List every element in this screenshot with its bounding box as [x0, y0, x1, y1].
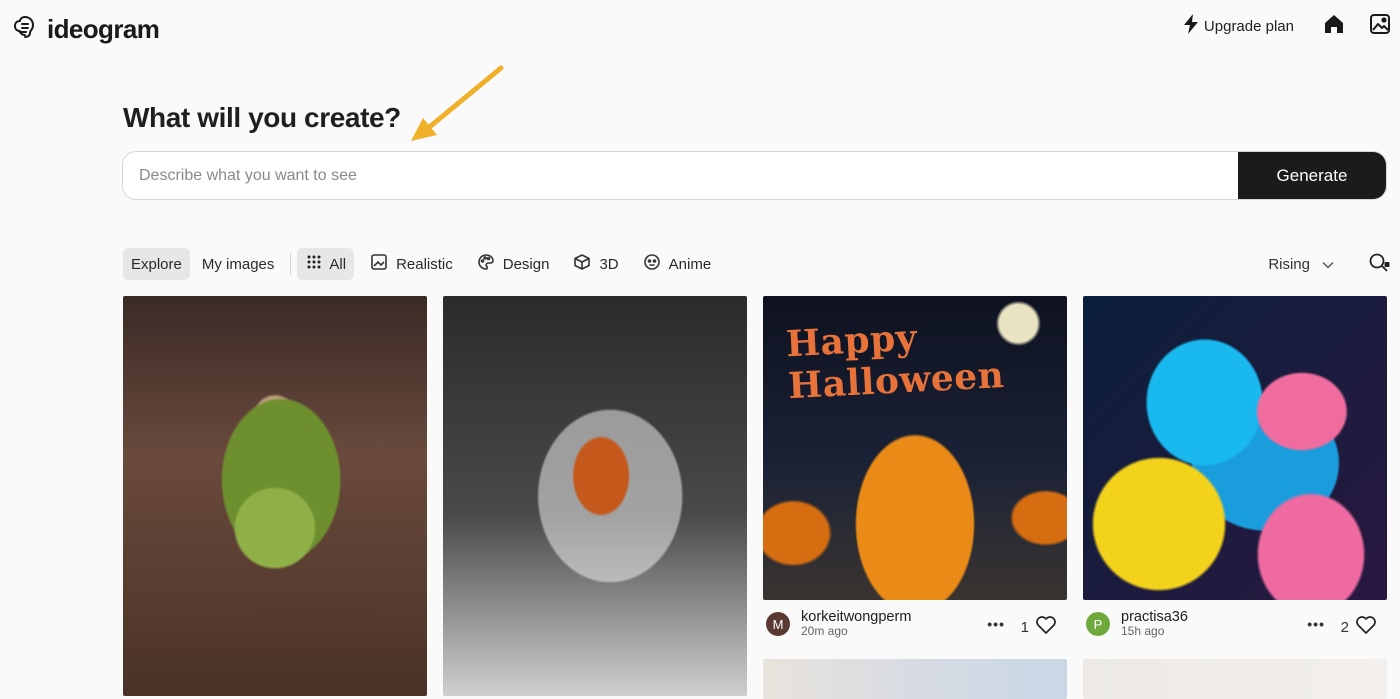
category-all-label: All — [329, 255, 347, 273]
gallery-image-partial[interactable] — [1083, 659, 1387, 699]
gallery-image-abstract-flower[interactable] — [1083, 296, 1387, 600]
divider — [290, 253, 292, 275]
tab-explore-label: Explore — [131, 255, 182, 273]
tab-my-images-label: My images — [201, 255, 275, 273]
category-design-label: Design — [502, 255, 550, 273]
my-images-nav-button[interactable] — [1368, 13, 1392, 40]
post-time: 20m ago — [801, 624, 848, 639]
like-count: 2 — [1340, 618, 1349, 636]
upgrade-plan-button[interactable]: Upgrade plan — [1183, 14, 1294, 38]
gallery-image-incense-creature[interactable] — [123, 296, 427, 696]
username[interactable]: practisa36 — [1121, 609, 1188, 625]
generate-button[interactable]: Generate — [1238, 152, 1386, 199]
photo-icon — [370, 253, 388, 275]
post-time: 15h ago — [1121, 624, 1165, 639]
home-button[interactable] — [1322, 14, 1346, 38]
category-anime-label: Anime — [668, 255, 712, 273]
page-title: What will you create? — [123, 102, 401, 133]
image-caption-halloween: Happy Halloween — [784, 316, 1006, 408]
heart-icon — [1355, 615, 1377, 639]
grid-icon — [307, 255, 321, 273]
sort-dropdown[interactable]: Rising — [1268, 248, 1334, 280]
category-3d-label: 3D — [599, 255, 619, 273]
prompt-bar: Generate — [122, 151, 1387, 200]
logo-text: ideogram — [47, 14, 160, 44]
category-3d[interactable]: 3D — [565, 248, 626, 280]
chevron-down-icon — [1322, 256, 1334, 273]
like-button[interactable]: 2 — [1341, 615, 1377, 639]
logo-icon — [11, 13, 39, 46]
home-icon — [1323, 13, 1345, 40]
filter-bar: Explore My images All Realistic Design 3… — [123, 248, 719, 280]
more-options-icon[interactable]: ••• — [1307, 616, 1325, 632]
annotation-arrow — [411, 65, 504, 141]
category-realistic[interactable]: Realistic — [362, 248, 461, 280]
sort-label: Rising — [1268, 255, 1310, 273]
post-meta: P practisa36 15h ago ••• 2 — [1083, 604, 1387, 644]
cube-icon — [573, 253, 591, 275]
heart-icon — [1035, 615, 1057, 639]
prompt-input[interactable] — [123, 152, 1238, 199]
more-options-icon[interactable]: ••• — [987, 616, 1005, 632]
category-design[interactable]: Design — [469, 248, 558, 280]
logo[interactable]: ideogram — [11, 13, 160, 46]
gallery-image-glass-dog[interactable] — [443, 296, 747, 696]
avatar[interactable]: P — [1086, 612, 1110, 636]
category-anime[interactable]: Anime — [635, 248, 720, 280]
username[interactable]: korkeitwongperm — [801, 609, 911, 625]
search-icon — [1368, 253, 1390, 278]
image-icon — [1369, 13, 1391, 40]
palette-icon — [477, 253, 495, 275]
tab-my-images[interactable]: My images — [194, 248, 283, 280]
post-meta: M korkeitwongperm 20m ago ••• 1 — [763, 604, 1067, 644]
gallery-image-halloween-pumpkin[interactable]: Happy Halloween — [763, 296, 1067, 600]
search-button[interactable] — [1368, 252, 1390, 279]
category-realistic-label: Realistic — [396, 255, 453, 273]
like-count: 1 — [1020, 618, 1029, 636]
like-button[interactable]: 1 — [1021, 615, 1057, 639]
category-all[interactable]: All — [297, 248, 355, 280]
avatar[interactable]: M — [766, 612, 790, 636]
face-icon — [643, 253, 661, 275]
lightning-icon — [1183, 14, 1198, 38]
tab-explore[interactable]: Explore — [123, 248, 190, 280]
gallery-image-partial[interactable] — [763, 659, 1067, 699]
upgrade-plan-label: Upgrade plan — [1203, 17, 1294, 35]
